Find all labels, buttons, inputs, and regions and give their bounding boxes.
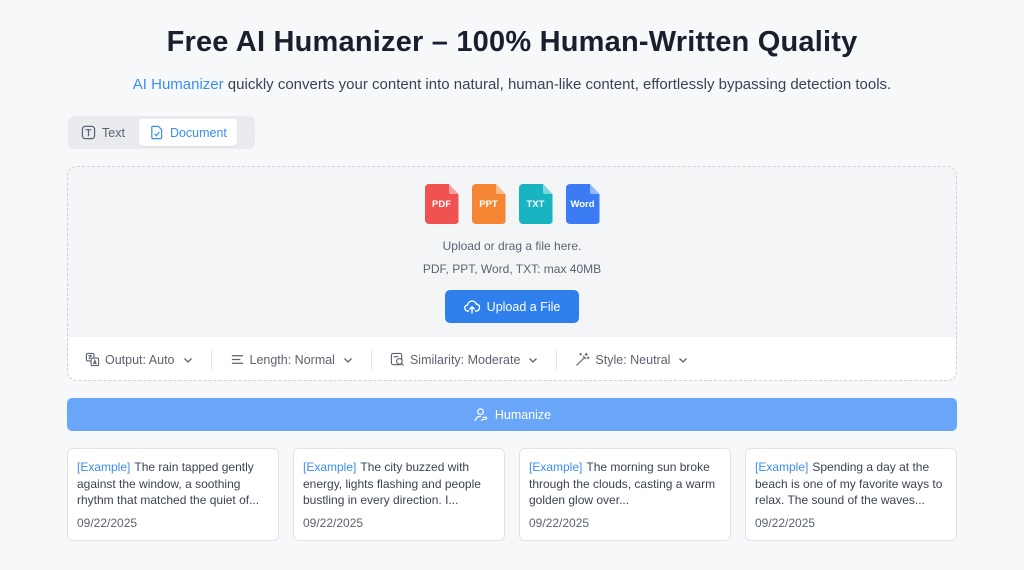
length-label: Length: Normal <box>249 352 335 367</box>
translate-icon <box>85 352 100 367</box>
cloud-upload-icon <box>463 299 480 314</box>
example-text: [Example] Spending a day at the beach is … <box>755 459 947 509</box>
example-tag: [Example] <box>529 460 583 474</box>
word-file-icon: Word <box>565 184 600 224</box>
example-card[interactable]: [Example] The morning sun broke through t… <box>519 448 731 541</box>
user-hand-icon <box>474 408 488 422</box>
divider <box>210 349 212 370</box>
example-cards: [Example] The rain tapped gently against … <box>67 448 957 541</box>
humanize-button[interactable]: Humanize <box>67 398 957 431</box>
input-mode-tabs: Text Document <box>68 116 255 149</box>
output-label: Output: Auto <box>105 352 175 367</box>
example-card[interactable]: [Example] The rain tapped gently against … <box>67 448 279 541</box>
txt-file-icon: TXT <box>518 184 553 224</box>
tab-document[interactable]: Document <box>138 119 237 146</box>
style-label: Style: Neutral <box>595 352 671 367</box>
chevron-down-icon <box>679 357 688 363</box>
file-type-icons: PDF PPT TXT Word <box>68 184 956 224</box>
example-tag: [Example] <box>755 460 809 474</box>
divider <box>556 349 558 370</box>
chevron-down-icon <box>183 357 192 363</box>
example-tag: [Example] <box>303 460 357 474</box>
example-text: [Example] The rain tapped gently against … <box>77 459 269 509</box>
lines-icon <box>231 355 243 364</box>
example-date: 09/22/2025 <box>755 516 816 530</box>
upload-file-button[interactable]: Upload a File <box>445 290 579 323</box>
example-text: [Example] The morning sun broke through t… <box>529 459 721 509</box>
tab-text[interactable]: Text <box>71 119 135 146</box>
subtitle-text: quickly converts your content into natur… <box>223 76 892 93</box>
tab-document-label: Document <box>169 125 227 140</box>
upload-file-label: Upload a File <box>486 299 561 314</box>
example-card[interactable]: [Example] The city buzzed with energy, li… <box>293 448 505 541</box>
ppt-file-icon: PPT <box>471 184 506 224</box>
text-icon <box>81 125 96 140</box>
example-date: 09/22/2025 <box>529 516 590 530</box>
upload-hint: Upload or drag a file here. <box>442 239 582 253</box>
upload-formats: PDF, PPT, Word, TXT: max 40MB <box>422 262 602 276</box>
length-dropdown[interactable]: Length: Normal <box>230 352 371 367</box>
style-dropdown[interactable]: Style: Neutral <box>575 352 706 367</box>
page-title: Free AI Humanizer – 100% Human-Written Q… <box>166 26 858 58</box>
example-date: 09/22/2025 <box>77 516 138 530</box>
humanize-label: Humanize <box>494 407 552 422</box>
ai-humanizer-link[interactable]: AI Humanizer <box>133 76 224 93</box>
example-date: 09/22/2025 <box>303 516 364 530</box>
similarity-dropdown[interactable]: Similarity: Moderate <box>390 352 556 367</box>
tab-text-label: Text <box>102 125 125 140</box>
pdf-file-icon: PDF <box>424 184 459 224</box>
chevron-down-icon <box>344 357 352 363</box>
output-dropdown[interactable]: Output: Auto <box>85 352 211 367</box>
example-tag: [Example] <box>77 460 131 474</box>
chevron-down-icon <box>529 357 538 363</box>
magic-wand-icon <box>576 352 590 366</box>
document-icon <box>151 125 163 140</box>
example-card[interactable]: [Example] Spending a day at the beach is … <box>745 448 957 541</box>
divider <box>370 349 372 370</box>
example-text: [Example] The city buzzed with energy, li… <box>303 459 495 509</box>
similarity-icon <box>390 352 404 366</box>
options-bar: Output: Auto Length: Normal Similarity: … <box>68 337 956 380</box>
page-subtitle: AI Humanizer quickly converts your conte… <box>0 76 1024 93</box>
file-upload-dropzone[interactable]: PDF PPT TXT Word Upload or drag a file h… <box>67 166 957 381</box>
similarity-label: Similarity: Moderate <box>409 352 521 367</box>
